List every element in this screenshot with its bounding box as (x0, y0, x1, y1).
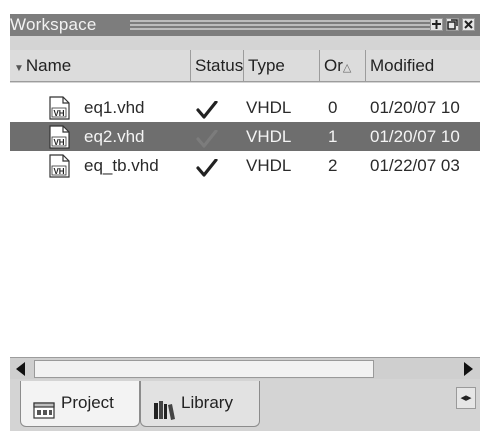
file-type: VHDL (246, 156, 292, 175)
file-modified: 01/22/07 03 (370, 156, 460, 175)
scrollbar-thumb[interactable] (34, 360, 374, 378)
workspace-tabs: Project Library ◂▸ (10, 379, 480, 431)
compiled-check-icon (196, 157, 218, 177)
file-name: eq1.vhd (84, 98, 145, 117)
column-header-modified[interactable]: Modified (366, 50, 480, 82)
compiled-check-icon (196, 128, 218, 148)
close-icon[interactable] (462, 18, 475, 31)
file-name: eq_tb.vhd (84, 156, 159, 175)
file-row[interactable]: VH eq1.vhd VHDL 0 01/20/07 10 (10, 93, 480, 122)
file-modified: 01/20/07 10 (370, 98, 460, 117)
library-icon (153, 393, 175, 420)
file-type: VHDL (246, 127, 292, 146)
column-header-status[interactable]: Status (191, 50, 244, 82)
svg-text:VH: VH (53, 167, 64, 176)
file-order: 0 (328, 98, 338, 117)
column-header-name[interactable]: ▼ Name (10, 50, 191, 82)
tab-library[interactable]: Library (140, 381, 260, 427)
column-header-order[interactable]: Or△ (320, 50, 366, 82)
file-order: 2 (328, 156, 338, 175)
file-row[interactable]: VH eq_tb.vhd VHDL 2 01/22/07 03 (10, 151, 480, 180)
scroll-right-icon[interactable] (464, 362, 473, 376)
tab-project[interactable]: Project (20, 381, 140, 427)
svg-text:VH: VH (53, 138, 64, 147)
undock-icon[interactable] (446, 18, 459, 31)
dock-icon[interactable] (430, 18, 443, 31)
title-grip[interactable] (130, 20, 430, 30)
file-name: eq2.vhd (84, 127, 145, 146)
vhdl-file-icon: VH (46, 154, 72, 178)
file-modified: 01/20/07 10 (370, 127, 460, 146)
file-row-selected[interactable]: VH eq2.vhd VHDL 1 01/20/07 10 (10, 122, 480, 151)
file-type: VHDL (246, 98, 292, 117)
tab-scroll-icon[interactable]: ◂▸ (456, 387, 476, 409)
svg-text:VH: VH (53, 109, 64, 118)
vhdl-file-icon: VH (46, 96, 72, 120)
project-icon (33, 393, 55, 419)
workspace-panel: Workspace ▼ Name Status Type Or△ Modified (10, 14, 480, 431)
scroll-left-icon[interactable] (16, 362, 25, 376)
project-file-list: VH eq1.vhd VHDL 0 01/20/07 10 VH eq2.vhd (10, 83, 480, 359)
vhdl-file-icon: VH (46, 125, 72, 149)
workspace-title: Workspace (10, 15, 97, 34)
sort-ascending-icon: △ (342, 62, 352, 74)
column-header-row: ▼ Name Status Type Or△ Modified (10, 50, 480, 82)
sort-caret-icon: ▼ (14, 63, 24, 74)
file-order: 1 (328, 127, 338, 146)
column-header-type[interactable]: Type (244, 50, 320, 82)
compiled-check-icon (196, 99, 218, 119)
workspace-title-bar[interactable]: Workspace (10, 14, 480, 36)
horizontal-scrollbar[interactable] (10, 357, 480, 379)
